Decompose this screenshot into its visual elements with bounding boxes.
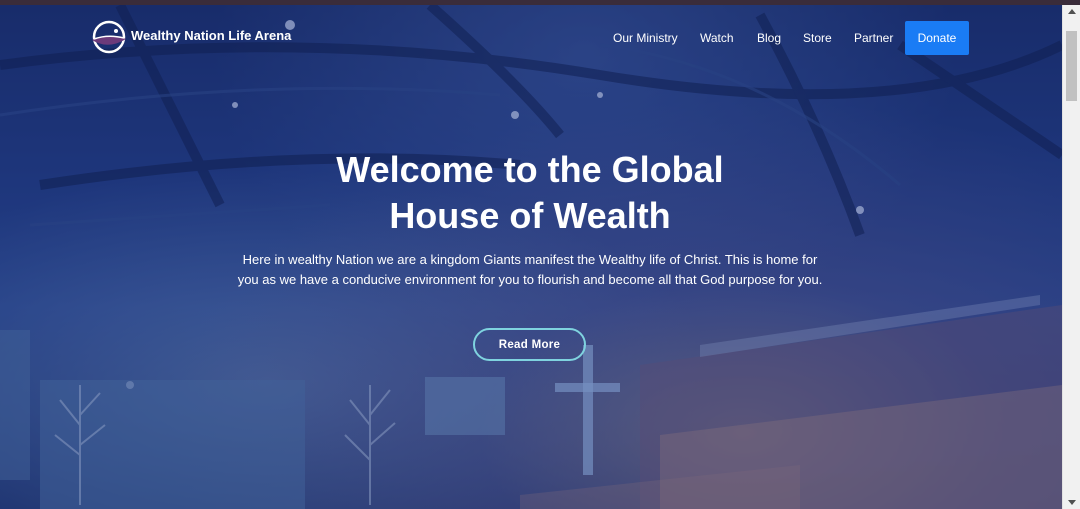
- nav-item-partner[interactable]: Partner: [854, 31, 893, 45]
- donate-button[interactable]: Donate: [905, 21, 969, 55]
- nav-item-blog[interactable]: Blog: [757, 31, 781, 45]
- hero-title-line-1: Welcome to the Global: [336, 149, 724, 190]
- read-more-button[interactable]: Read More: [473, 328, 586, 361]
- nav-item-store[interactable]: Store: [803, 31, 832, 45]
- hero-title-line-2: House of Wealth: [389, 195, 671, 236]
- nav-item-watch[interactable]: Watch: [700, 31, 734, 45]
- scroll-down-arrow-icon[interactable]: [1068, 500, 1076, 505]
- top-navbar: Wealthy Nation Life Arena Our Ministry W…: [0, 5, 1062, 65]
- nav-item-our-ministry[interactable]: Our Ministry: [613, 31, 678, 45]
- page-scrollbar[interactable]: [1062, 5, 1080, 509]
- brand-name[interactable]: Wealthy Nation Life Arena: [131, 28, 291, 43]
- hero-title: Welcome to the Global House of Wealth: [230, 147, 830, 239]
- globe-swoosh-logo-icon[interactable]: [90, 20, 128, 54]
- hero-description: Here in wealthy Nation we are a kingdom …: [237, 252, 823, 287]
- browser-top-edge: [0, 0, 1080, 5]
- scroll-up-arrow-icon[interactable]: [1068, 9, 1076, 14]
- scrollbar-thumb[interactable]: [1066, 31, 1077, 101]
